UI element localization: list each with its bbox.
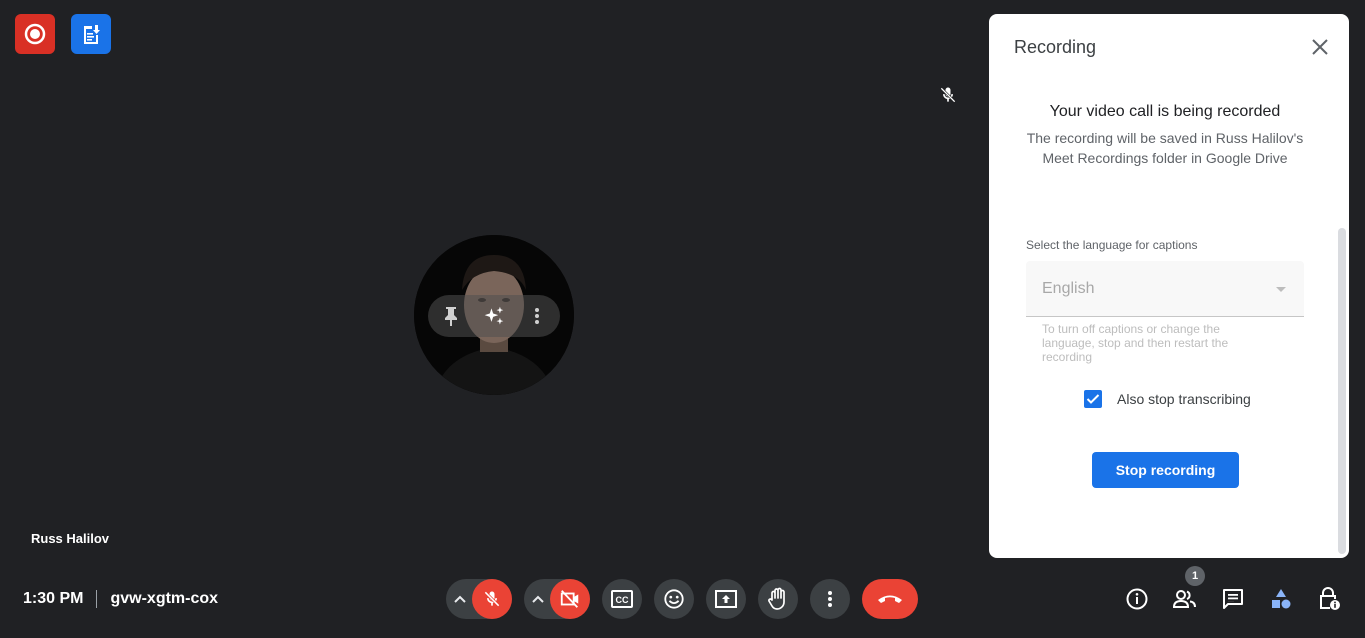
leave-call-button[interactable] — [862, 579, 918, 619]
participant-name-label: Russ Halilov — [31, 531, 110, 546]
pin-icon — [445, 307, 457, 326]
mic-control-group — [446, 579, 512, 619]
meet-call-screen: Russ Halilov 1:30 PM gvw-xgtm-cox CC 1 R… — [0, 0, 1365, 638]
recording-status-heading: Your video call is being recorded — [1049, 103, 1281, 120]
visual-effects-button[interactable] — [483, 305, 505, 327]
checkmark-icon — [1086, 394, 1100, 404]
caption-language-label: Select the language for captions — [1026, 238, 1198, 252]
call-end-icon — [878, 595, 902, 603]
hand-icon — [768, 587, 785, 610]
meeting-time: 1:30 PM — [23, 590, 84, 607]
recording-panel: Recording Your video call is being recor… — [989, 14, 1349, 558]
notes-indicator-button[interactable] — [71, 14, 111, 54]
more-vert-icon — [828, 591, 832, 607]
stop-transcribing-label: Also stop transcribing — [1117, 391, 1251, 407]
activities-icon — [1272, 589, 1291, 609]
divider — [96, 590, 98, 608]
present-screen-button[interactable] — [706, 579, 746, 619]
meeting-details-button[interactable] — [1124, 586, 1150, 612]
more-vert-icon — [535, 308, 539, 324]
pin-button[interactable] — [440, 305, 462, 327]
raise-hand-button[interactable] — [758, 579, 798, 619]
videocam-off-icon — [560, 590, 579, 608]
caption-language-value: English — [1042, 280, 1095, 297]
chevron-up-icon — [454, 595, 466, 603]
audio-options-button[interactable] — [446, 595, 472, 603]
info-icon — [1126, 588, 1148, 610]
caption-language-select[interactable]: English — [1026, 261, 1304, 317]
caption-language-help: To turn off captions or change the langu… — [1042, 322, 1229, 364]
activities-button[interactable] — [1268, 586, 1294, 612]
recording-indicator-button[interactable] — [15, 14, 55, 54]
camera-toggle-button[interactable] — [550, 579, 590, 619]
close-panel-button[interactable] — [1309, 36, 1331, 58]
meeting-code[interactable]: gvw-xgtm-cox — [110, 590, 218, 608]
reactions-button[interactable] — [654, 579, 694, 619]
lock-person-icon — [1320, 587, 1340, 610]
record-icon — [24, 23, 46, 45]
mic-toggle-button[interactable] — [472, 579, 512, 619]
video-options-button[interactable] — [524, 595, 550, 603]
chat-icon — [1223, 589, 1243, 609]
effects-sparkle-icon — [484, 306, 504, 325]
stop-transcribing-checkbox[interactable] — [1084, 390, 1102, 408]
chat-button[interactable] — [1220, 586, 1246, 612]
panel-scrollbar[interactable] — [1338, 228, 1346, 554]
people-icon — [1172, 590, 1196, 608]
svg-text:CC: CC — [616, 595, 629, 605]
tile-more-options-button[interactable] — [526, 305, 548, 327]
captions-button[interactable]: CC — [602, 579, 642, 619]
participant-muted-icon — [938, 85, 958, 105]
people-button[interactable] — [1172, 586, 1198, 612]
chevron-up-icon — [532, 595, 544, 603]
stop-recording-button[interactable]: Stop recording — [1092, 452, 1239, 488]
panel-title: Recording — [1014, 37, 1097, 57]
host-controls-button[interactable] — [1316, 586, 1342, 612]
close-icon — [1312, 39, 1328, 55]
more-options-button[interactable] — [810, 579, 850, 619]
tile-hover-controls — [428, 295, 560, 337]
participant-count-badge: 1 — [1185, 566, 1205, 586]
mic-off-icon — [484, 591, 500, 607]
recording-description: The recording will be saved in Russ Hali… — [1026, 130, 1304, 166]
emoji-icon — [664, 589, 684, 609]
camera-control-group — [524, 579, 590, 619]
present-screen-icon — [715, 590, 737, 608]
closed-caption-icon: CC — [611, 590, 633, 608]
notes-document-icon — [84, 25, 100, 44]
stop-transcribing-option: Also stop transcribing — [1084, 390, 1251, 408]
meeting-details: 1:30 PM gvw-xgtm-cox — [23, 590, 218, 608]
dropdown-arrow-icon — [1276, 287, 1286, 292]
